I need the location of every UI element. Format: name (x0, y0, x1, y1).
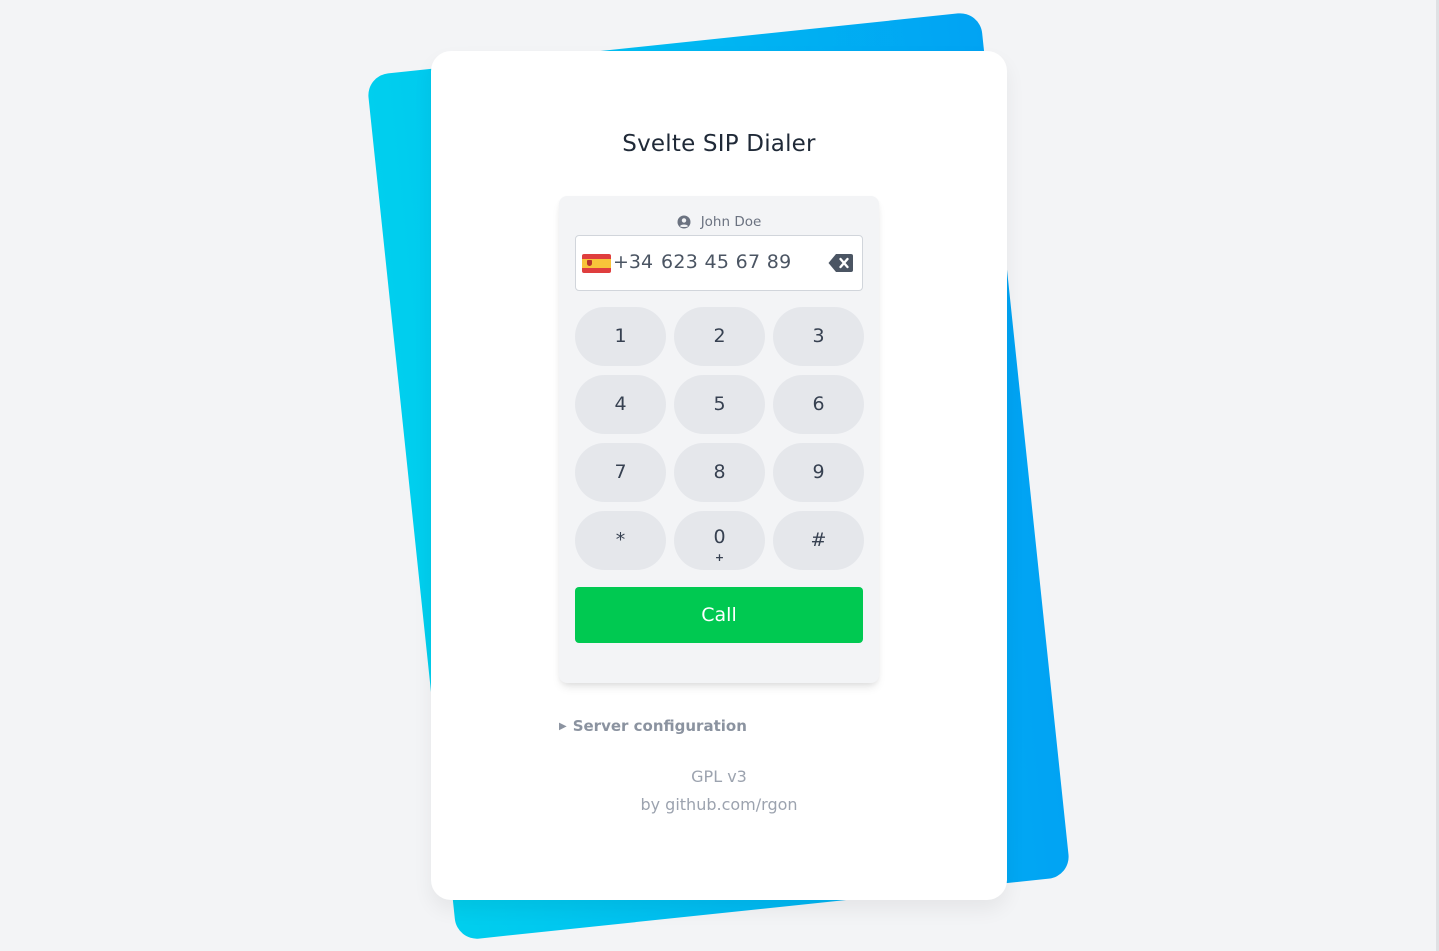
key-0[interactable]: 0 + (674, 511, 765, 570)
phone-number-value[interactable]: 623 45 67 89 (661, 251, 792, 273)
key-7[interactable]: 7 (575, 443, 666, 502)
phone-number-input[interactable]: +34 623 45 67 89 (575, 235, 863, 291)
key-0-plus-label: + (714, 551, 725, 564)
call-button[interactable]: Call (575, 587, 863, 643)
key-4[interactable]: 4 (575, 375, 666, 434)
main-card: Svelte SIP Dialer John Doe +34 623 45 67… (431, 51, 1007, 900)
server-configuration-label: Server configuration (572, 717, 747, 735)
footer-license: GPL v3 (691, 767, 747, 786)
es-flag-icon (582, 254, 611, 273)
user-name: John Doe (700, 214, 762, 230)
key-5[interactable]: 5 (674, 375, 765, 434)
user-row: John Doe (559, 213, 879, 231)
key-8[interactable]: 8 (674, 443, 765, 502)
key-9[interactable]: 9 (773, 443, 864, 502)
key-3[interactable]: 3 (773, 307, 864, 366)
user-circle-icon (677, 215, 691, 229)
server-configuration-toggle[interactable]: ▶ Server configuration (559, 717, 747, 735)
backspace-icon[interactable] (828, 253, 854, 273)
key-1[interactable]: 1 (575, 307, 666, 366)
key-star[interactable]: * (575, 511, 666, 570)
key-hash[interactable]: # (773, 511, 864, 570)
country-prefix: +34 (613, 251, 654, 273)
footer-author: by github.com/rgon (640, 795, 798, 814)
dialer-panel: John Doe +34 623 45 67 89 1 2 3 4 5 6 7 … (559, 196, 879, 683)
key-6[interactable]: 6 (773, 375, 864, 434)
keypad: 1 2 3 4 5 6 7 8 9 * 0 + # (575, 307, 864, 570)
disclosure-triangle-icon: ▶ (559, 720, 567, 732)
page-title: Svelte SIP Dialer (622, 131, 816, 157)
key-2[interactable]: 2 (674, 307, 765, 366)
